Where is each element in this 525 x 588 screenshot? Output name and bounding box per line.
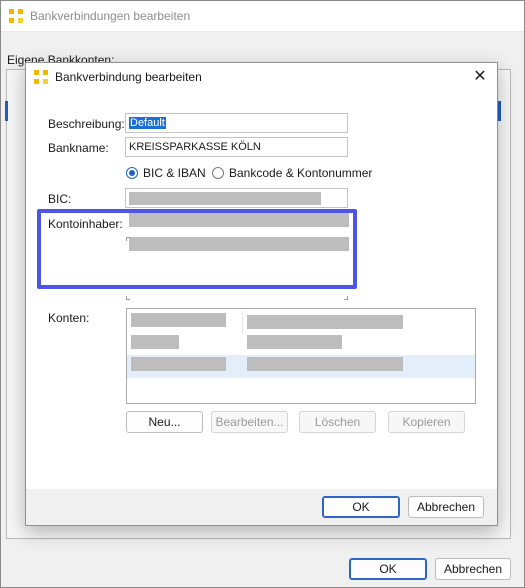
radio-bic-iban[interactable]: BIC & IBAN <box>126 166 206 180</box>
list-item[interactable] <box>127 311 475 334</box>
redacted-bic <box>129 192 321 205</box>
list-item[interactable] <box>127 333 475 356</box>
konten-list[interactable] <box>126 308 476 404</box>
bearbeiten-button[interactable]: Bearbeiten... <box>211 411 288 433</box>
radio-bankcode[interactable]: Bankcode & Kontonummer <box>212 166 372 180</box>
outer-warning-marker <box>7 319 13 333</box>
dialog-body: Beschreibung: Default Bankname: KREISSPA… <box>26 91 497 489</box>
dialog-ok-button[interactable]: OK <box>322 496 400 518</box>
redacted-cell <box>247 315 403 329</box>
textarea-corner <box>344 296 348 300</box>
radio-checked-icon <box>126 167 138 179</box>
bankname-input[interactable]: KREISSPARKASSE KÖLN <box>125 137 348 157</box>
highlight-box <box>37 209 357 289</box>
list-item[interactable] <box>127 355 475 378</box>
outer-window-title: Bankverbindungen bearbeiten <box>30 9 191 23</box>
radio-bankcode-label: Bankcode & Kontonummer <box>229 166 373 180</box>
close-icon[interactable]: ✕ <box>471 68 489 86</box>
kopieren-button[interactable]: Kopieren <box>388 411 465 433</box>
neu-button[interactable]: Neu... <box>126 411 203 433</box>
loeschen-button[interactable]: Löschen <box>299 411 376 433</box>
app-icon <box>34 70 48 84</box>
redacted-cell <box>247 357 403 371</box>
konten-label: Konten: <box>48 311 90 325</box>
beschreibung-value: Default <box>129 117 166 129</box>
dialog-titlebar: Bankverbindung bearbeiten ✕ <box>26 63 497 91</box>
column-divider <box>242 311 243 334</box>
redacted-cell <box>131 335 179 349</box>
outer-cancel-button[interactable]: Abbrechen <box>435 558 511 580</box>
outer-selection-marker-left <box>5 101 8 121</box>
redacted-cell <box>131 357 226 371</box>
dialog-footer: OK Abbrechen <box>26 489 497 525</box>
dialog-title: Bankverbindung bearbeiten <box>55 70 202 84</box>
outer-titlebar: Bankverbindungen bearbeiten <box>1 1 524 32</box>
bic-label: BIC: <box>48 192 72 206</box>
beschreibung-label: Beschreibung: <box>48 117 125 131</box>
bank-connection-dialog: Bankverbindung bearbeiten ✕ Beschreibung… <box>25 62 498 526</box>
bankname-label: Bankname: <box>48 141 109 155</box>
beschreibung-input[interactable]: Default <box>125 113 348 133</box>
redacted-cell <box>131 313 226 327</box>
radio-unchecked-icon <box>212 167 224 179</box>
dialog-cancel-button[interactable]: Abbrechen <box>408 496 484 518</box>
radio-bic-iban-label: BIC & IBAN <box>143 166 206 180</box>
bankname-value: KREISSPARKASSE KÖLN <box>129 141 261 153</box>
textarea-corner <box>126 296 130 300</box>
outer-ok-button[interactable]: OK <box>349 558 427 580</box>
redacted-cell <box>247 335 342 349</box>
app-icon <box>9 9 23 23</box>
outer-selection-marker-right <box>498 101 501 121</box>
